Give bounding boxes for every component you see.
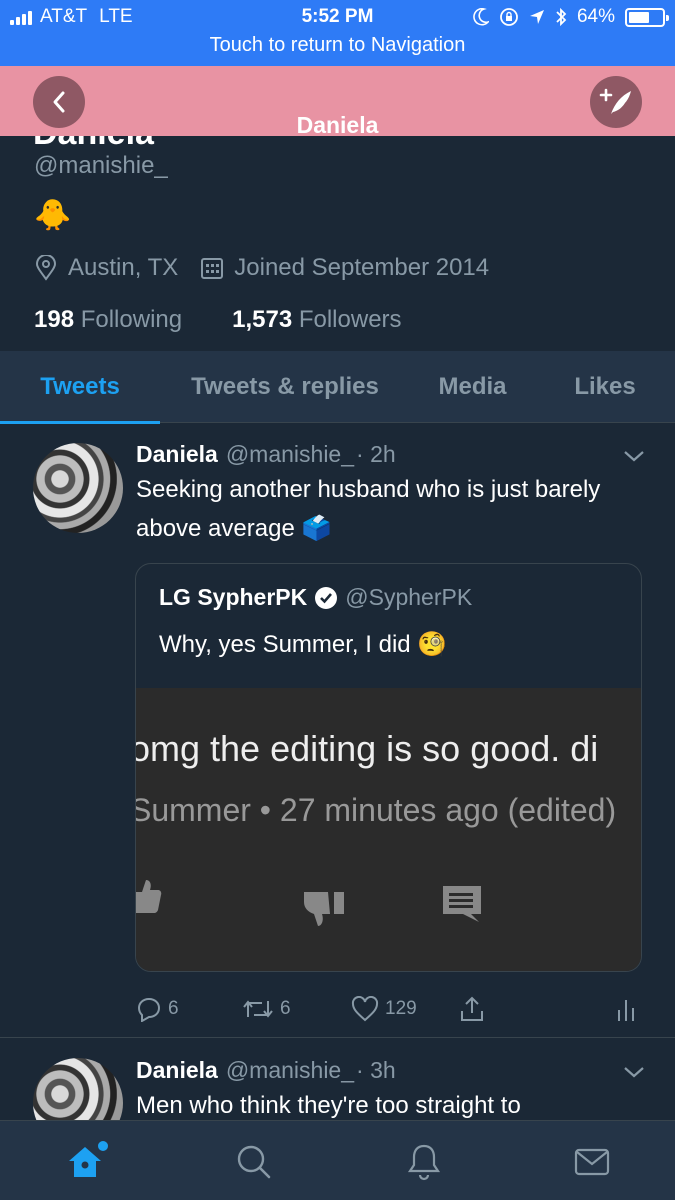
header-title: Daniela	[296, 112, 379, 138]
status-bar: AT&T LTE 5:52 PM 64% Touch to return to …	[0, 0, 675, 66]
tab-tweets-and-replies[interactable]: Tweets & replies	[160, 351, 410, 423]
avatar[interactable]	[33, 443, 123, 533]
profile-meta: Austin, TX Joined September 2014	[34, 254, 511, 282]
calendar-icon	[201, 258, 224, 279]
profile-header-bar: Daniela	[0, 66, 675, 138]
battery-icon	[625, 7, 669, 27]
compose-tweet-icon	[599, 88, 631, 114]
tab-media[interactable]: Media	[410, 351, 535, 423]
tab-likes[interactable]: Likes	[535, 351, 675, 423]
location-pin-icon	[35, 255, 57, 281]
tweet-actions: 6 6 129	[136, 992, 646, 1026]
quoted-author-handle: @SypherPK	[345, 584, 473, 610]
tweet-author-handle: @manishie_	[225, 441, 355, 467]
compose-tweet-button[interactable]	[590, 76, 642, 128]
rotation-lock-icon	[500, 8, 518, 26]
bottom-tab-bar	[0, 1120, 675, 1200]
like-count: 129	[385, 998, 417, 1019]
quoted-author-name: LG SypherPK	[159, 584, 308, 610]
like-button[interactable]: 129	[351, 996, 417, 1022]
back-chevron-icon	[53, 91, 65, 113]
share-button[interactable]	[458, 995, 486, 1023]
nav-home[interactable]	[60, 1137, 110, 1187]
quoted-tweet-header: LG SypherPK @SypherPK	[159, 584, 472, 611]
analytics-button[interactable]	[616, 996, 636, 1022]
quoted-tweet[interactable]: LG SypherPK @SypherPK Why, yes Summer, I…	[135, 563, 642, 972]
nav-search[interactable]	[229, 1137, 279, 1187]
followers-link[interactable]: 1,573 Followers	[232, 306, 401, 334]
profile-bio: 🐥	[34, 199, 72, 232]
avatar[interactable]	[33, 1058, 123, 1129]
quoted-tweet-image[interactable]: omg the editing is so good. di Summer • …	[136, 688, 641, 971]
chevron-down-icon[interactable]	[623, 449, 645, 463]
followers-count: 1,573	[232, 306, 293, 333]
return-to-navigation-banner[interactable]: Touch to return to Navigation	[0, 34, 675, 57]
share-icon	[461, 996, 483, 1021]
reply-button[interactable]: 6	[136, 996, 179, 1022]
tab-tweets[interactable]: Tweets	[0, 351, 160, 424]
profile-handle: @manishie_	[34, 152, 168, 179]
profile-tabs: Tweets Tweets & replies Media Likes	[0, 351, 675, 424]
bluetooth-icon	[556, 7, 567, 27]
search-icon	[237, 1145, 271, 1179]
thumbs-down-icon	[304, 892, 344, 926]
verified-badge-icon	[315, 586, 338, 609]
messages-icon	[574, 1148, 610, 1176]
following-link[interactable]: 198 Following	[34, 306, 182, 334]
retweet-icon	[243, 1000, 273, 1018]
tweet-time: · 3h	[356, 1057, 396, 1083]
tweet-time: · 2h	[356, 441, 396, 467]
quoted-tweet-text: Why, yes Summer, I did 🧐	[159, 631, 448, 658]
reply-icon	[137, 997, 161, 1022]
heart-icon	[351, 996, 379, 1022]
tweet[interactable]: Daniela @manishie_ · 3h Men who think th…	[0, 1039, 675, 1129]
nav-notifications[interactable]	[399, 1137, 449, 1187]
new-content-indicator	[98, 1141, 108, 1151]
tweet-author-handle: @manishie_	[225, 1057, 355, 1083]
profile-joined-date: Joined September 2014	[234, 254, 490, 281]
profile-info: Daniela @manishie_ 🐥 Austin, TX Joined S…	[0, 136, 675, 351]
notifications-icon	[407, 1144, 441, 1181]
analytics-icon	[618, 1000, 634, 1021]
tweet-text: Seeking another husband who is just bare…	[136, 476, 601, 542]
thumbs-up-icon	[136, 880, 162, 913]
comment-icon	[443, 886, 481, 922]
image-comment-text: omg the editing is so good. di	[136, 728, 599, 769]
battery-percent: 64%	[576, 6, 615, 27]
moon-icon	[473, 8, 489, 26]
tweet-author-name: Daniela	[136, 441, 218, 467]
following-label: Following	[80, 306, 183, 333]
profile-name: Daniela	[33, 136, 154, 153]
profile-counts: 198 Following 1,573 Followers	[34, 306, 402, 334]
reply-count: 6	[168, 998, 179, 1019]
tweet-header: Daniela @manishie_ · 2h	[136, 441, 396, 468]
following-count: 198	[34, 306, 75, 333]
tweet-author-name: Daniela	[136, 1057, 218, 1083]
chevron-down-icon[interactable]	[623, 1065, 645, 1079]
followers-label: Followers	[298, 306, 402, 333]
nav-messages[interactable]	[567, 1137, 617, 1187]
location-arrow-icon	[529, 10, 544, 24]
retweet-count: 6	[280, 998, 291, 1019]
status-right: 64%	[473, 6, 669, 28]
retweet-button[interactable]: 6	[242, 997, 291, 1021]
image-comment-meta: Summer • 27 minutes ago (edited)	[136, 792, 617, 828]
tweet-header: Daniela @manishie_ · 3h	[136, 1057, 396, 1084]
profile-location: Austin, TX	[68, 254, 179, 281]
